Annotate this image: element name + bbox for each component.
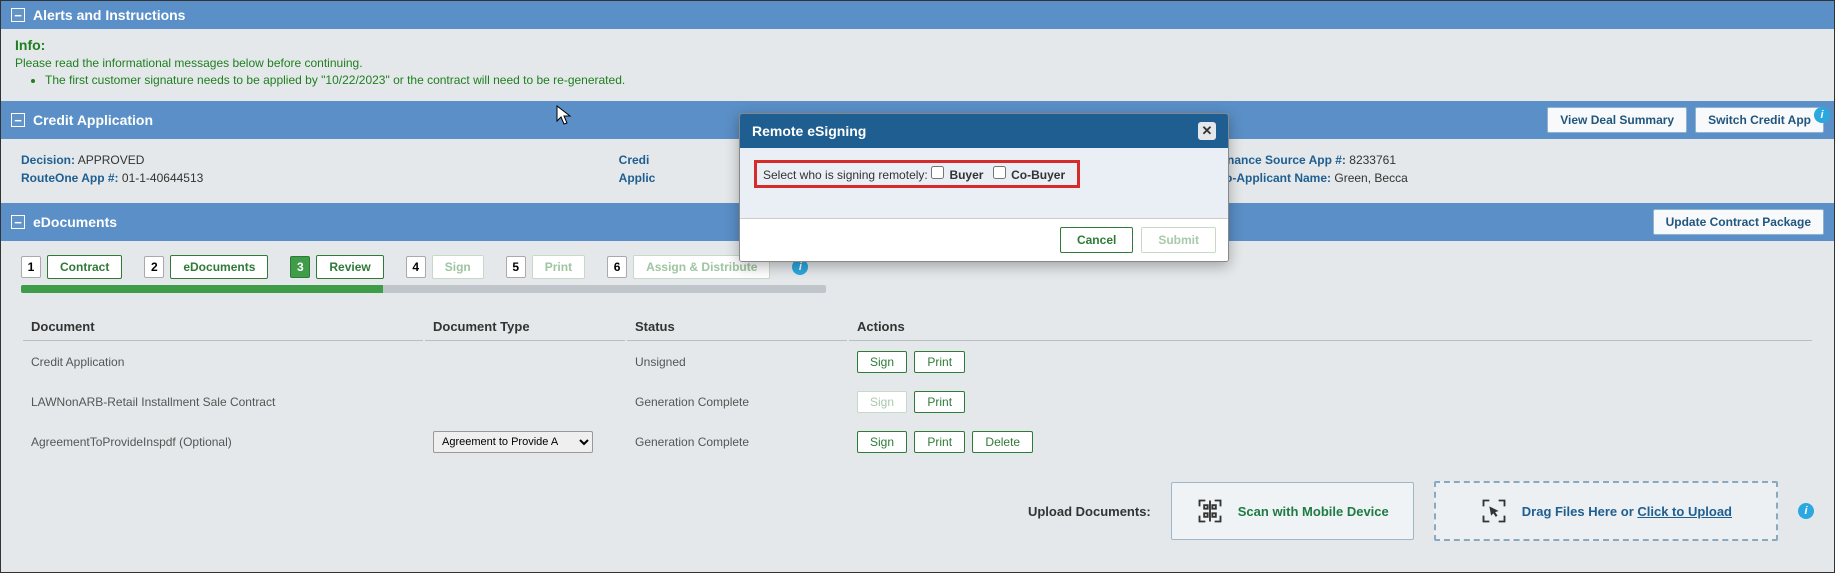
step-sign-button: Sign bbox=[432, 255, 484, 279]
click-to-upload-link[interactable]: Click to Upload bbox=[1637, 504, 1732, 519]
table-row: Credit Application Unsigned Sign Print bbox=[23, 343, 1812, 381]
delete-button[interactable]: Delete bbox=[972, 431, 1033, 453]
view-deal-summary-button[interactable]: View Deal Summary bbox=[1547, 107, 1687, 133]
applicant-label-partial: Applic bbox=[619, 171, 656, 185]
doc-name: AgreementToProvideInspdf (Optional) bbox=[23, 423, 423, 461]
doc-name: Credit Application bbox=[23, 343, 423, 381]
info-bullet: The first customer signature needs to be… bbox=[45, 73, 1820, 87]
coapplicant-label: Co-Applicant Name: bbox=[1216, 171, 1331, 185]
routeone-value: 01-1-40644513 bbox=[122, 171, 203, 185]
scan-mobile-label: Scan with Mobile Device bbox=[1238, 504, 1389, 519]
switch-credit-app-button[interactable]: Switch Credit App bbox=[1695, 107, 1824, 133]
step-edocuments-button[interactable]: eDocuments bbox=[170, 255, 268, 279]
doc-name: LAWNonARB-Retail Installment Sale Contra… bbox=[23, 383, 423, 421]
modal-title: Remote eSigning bbox=[752, 123, 866, 139]
doc-status: Generation Complete bbox=[627, 383, 847, 421]
drop-text: Drag Files Here or Click to Upload bbox=[1522, 504, 1732, 519]
step-num-5: 5 bbox=[506, 256, 526, 278]
decision-label: Decision: bbox=[21, 153, 75, 167]
step-num-3: 3 bbox=[290, 256, 310, 278]
credit-label-partial: Credi bbox=[619, 153, 650, 167]
coapplicant-value: Green, Becca bbox=[1334, 171, 1407, 185]
info-icon[interactable]: i bbox=[1814, 107, 1830, 123]
modal-header: Remote eSigning ✕ bbox=[740, 114, 1228, 148]
col-actions: Actions bbox=[849, 313, 1812, 341]
sign-button[interactable]: Sign bbox=[857, 431, 907, 453]
cobuyer-label: Co-Buyer bbox=[1011, 168, 1065, 182]
col-document: Document bbox=[23, 313, 423, 341]
edocuments-body: 1 Contract 2 eDocuments 3 Review 4 Sign … bbox=[1, 241, 1834, 555]
signer-select-group: Select who is signing remotely: Buyer Co… bbox=[754, 160, 1080, 188]
print-button[interactable]: Print bbox=[914, 431, 965, 453]
upload-row: Upload Documents: Scan with Mobile Devic… bbox=[21, 481, 1814, 541]
doc-status: Generation Complete bbox=[627, 423, 847, 461]
documents-table: Document Document Type Status Actions Cr… bbox=[21, 311, 1814, 463]
print-button[interactable]: Print bbox=[914, 351, 965, 373]
cobuyer-checkbox[interactable] bbox=[993, 166, 1006, 179]
collapse-icon[interactable]: − bbox=[11, 215, 25, 229]
doc-status: Unsigned bbox=[627, 343, 847, 381]
scan-mobile-button[interactable]: Scan with Mobile Device bbox=[1171, 482, 1414, 540]
progress-bar bbox=[21, 285, 826, 293]
col-status: Status bbox=[627, 313, 847, 341]
upload-documents-label: Upload Documents: bbox=[1028, 504, 1151, 519]
step-num-2: 2 bbox=[144, 256, 164, 278]
remote-esigning-modal: Remote eSigning ✕ Select who is signing … bbox=[739, 113, 1229, 262]
print-button[interactable]: Print bbox=[914, 391, 965, 413]
step-num-1: 1 bbox=[21, 256, 41, 278]
step-contract-button[interactable]: Contract bbox=[47, 255, 122, 279]
edocuments-header-title: eDocuments bbox=[33, 214, 117, 230]
finsource-label: Finance Source App #: bbox=[1216, 153, 1346, 167]
info-text: Please read the informational messages b… bbox=[15, 56, 1820, 70]
signer-prompt: Select who is signing remotely: bbox=[763, 168, 928, 182]
collapse-icon[interactable]: − bbox=[11, 8, 25, 22]
alerts-header-title: Alerts and Instructions bbox=[33, 7, 185, 23]
info-title: Info: bbox=[15, 37, 1820, 53]
step-review-button[interactable]: Review bbox=[316, 255, 383, 279]
cancel-button[interactable]: Cancel bbox=[1060, 227, 1133, 253]
col-document-type: Document Type bbox=[425, 313, 625, 341]
alerts-body: Info: Please read the informational mess… bbox=[1, 29, 1834, 101]
modal-footer: Cancel Submit bbox=[740, 218, 1228, 261]
drag-files-icon bbox=[1480, 497, 1508, 525]
sign-button: Sign bbox=[857, 391, 907, 413]
info-icon[interactable]: i bbox=[1798, 503, 1814, 519]
credit-header-title: Credit Application bbox=[33, 112, 153, 128]
sign-button[interactable]: Sign bbox=[857, 351, 907, 373]
finsource-value: 8233761 bbox=[1349, 153, 1396, 167]
submit-button: Submit bbox=[1141, 227, 1216, 253]
step-num-4: 4 bbox=[406, 256, 426, 278]
document-type-select[interactable]: Agreement to Provide A bbox=[433, 431, 593, 453]
step-num-6: 6 bbox=[607, 256, 627, 278]
table-row: LAWNonARB-Retail Installment Sale Contra… bbox=[23, 383, 1812, 421]
buyer-checkbox[interactable] bbox=[931, 166, 944, 179]
close-icon[interactable]: ✕ bbox=[1198, 122, 1216, 140]
step-print-button: Print bbox=[532, 255, 585, 279]
buyer-label: Buyer bbox=[949, 168, 983, 182]
modal-body: Select who is signing remotely: Buyer Co… bbox=[740, 148, 1228, 218]
update-contract-button[interactable]: Update Contract Package bbox=[1653, 209, 1824, 235]
alerts-section-header: − Alerts and Instructions bbox=[1, 1, 1834, 29]
progress-fill bbox=[21, 285, 383, 293]
qr-scan-icon bbox=[1196, 497, 1224, 525]
file-drop-zone[interactable]: Drag Files Here or Click to Upload bbox=[1434, 481, 1778, 541]
routeone-label: RouteOne App #: bbox=[21, 171, 119, 185]
decision-value: APPROVED bbox=[78, 153, 145, 167]
collapse-icon[interactable]: − bbox=[11, 113, 25, 127]
table-row: AgreementToProvideInspdf (Optional) Agre… bbox=[23, 423, 1812, 461]
